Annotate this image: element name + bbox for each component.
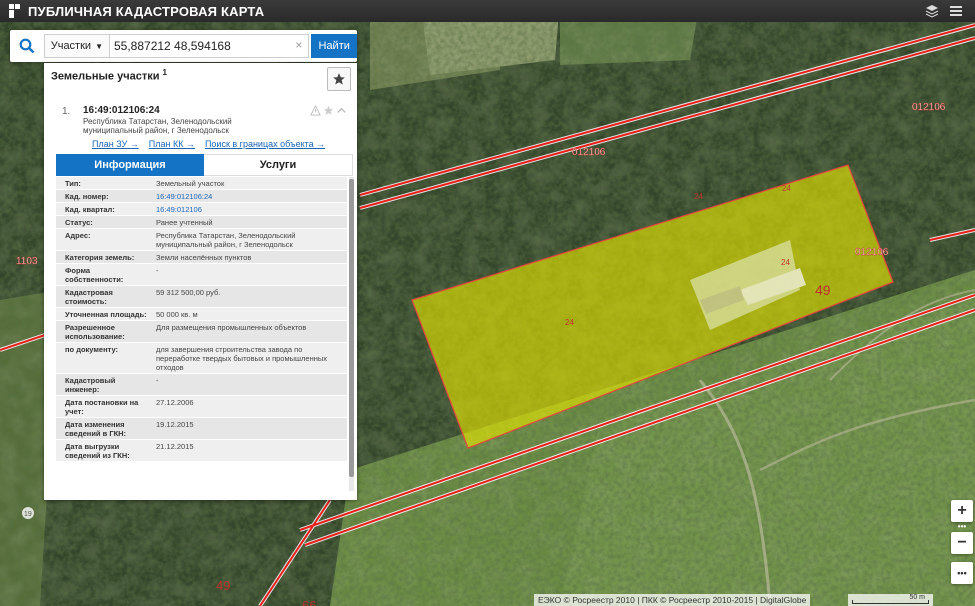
- collapse-icon[interactable]: [336, 105, 347, 116]
- attribute-row: Категория земель: Земли населённых пункто…: [56, 251, 347, 264]
- map-attribution: ЕЭКО © Росреестр 2010 | ПКК © Росреестр …: [534, 594, 811, 606]
- attribute-value: Земли населённых пунктов: [156, 253, 252, 262]
- search-button[interactable]: Найти: [311, 34, 357, 58]
- app-header: ПУБЛИЧНАЯ КАДАСТРОВАЯ КАРТА: [0, 0, 975, 22]
- attribute-label: Дата выгрузки сведений из ГКН:: [65, 442, 130, 460]
- result-tabs: Информация Услуги: [56, 154, 353, 176]
- attribute-label: Категория земель:: [65, 253, 135, 262]
- search-panel: Участки ▼ 55,887212 48,594168 × Найти: [10, 30, 357, 62]
- result-index: 1.: [62, 106, 71, 117]
- attribute-row: Тип: Земельный участок: [56, 177, 347, 190]
- link-plan-kk[interactable]: План КК →: [149, 139, 195, 149]
- attribute-label: Форма собственности:: [65, 266, 124, 284]
- attribute-row: Адрес: Республика Татарстан, Зеленодольск…: [56, 229, 347, 251]
- parcel-number-label: 24: [694, 192, 703, 201]
- clear-icon[interactable]: ×: [295, 38, 302, 52]
- attribute-value: Республика Татарстан, Зеленодольский мун…: [156, 231, 296, 249]
- attribute-value: 59 312 500,00 руб.: [156, 288, 221, 297]
- attributes-table: Тип: Земельный участок Кад. номер: 16:49:01…: [56, 177, 347, 491]
- quarter-label: 012106: [572, 147, 606, 158]
- app-title: ПУБЛИЧНАЯ КАДАСТРОВАЯ КАРТА: [28, 3, 265, 19]
- attribute-value: 50 000 кв. м: [156, 310, 198, 319]
- results-count: 1: [162, 68, 167, 77]
- logo-icon: [8, 4, 22, 18]
- tab-information[interactable]: Информация: [56, 154, 204, 176]
- attribute-value: для завершения строительства завода по п…: [156, 345, 328, 372]
- attribute-label: по документу:: [65, 345, 119, 354]
- attribute-value: 27.12.2006: [156, 398, 194, 407]
- attribute-label: Уточненная площадь:: [65, 310, 147, 319]
- attribute-row: Уточненная площадь: 50 000 кв. м: [56, 308, 347, 321]
- attribute-value: -: [156, 266, 159, 275]
- attribute-label: Статус:: [65, 218, 93, 227]
- attribute-row: Дата постановки на учет: 27.12.2006: [56, 396, 347, 418]
- parcel-number-label: 24: [781, 258, 790, 267]
- zoom-out-button[interactable]: −: [951, 532, 973, 554]
- parcel-number-label: 24: [782, 184, 791, 193]
- search-input[interactable]: 55,887212 48,594168 ×: [109, 34, 310, 58]
- attribute-label: Тип:: [65, 179, 81, 188]
- search-query: 55,887212 48,594168: [113, 39, 231, 53]
- attribute-value: 19.12.2015: [156, 420, 194, 429]
- attribute-row: Кад. номер: 16:49:012106:24: [56, 190, 347, 203]
- warning-icon[interactable]: [310, 105, 321, 116]
- attribute-value[interactable]: 16:49:012106:24: [152, 190, 347, 202]
- search-icon[interactable]: [10, 38, 44, 54]
- scale-bar: 50 m: [848, 594, 933, 606]
- attribute-label: Дата изменения сведений в ГКН:: [65, 420, 127, 438]
- attribute-label: Кад. номер:: [65, 192, 109, 201]
- parcel-number-label: 24: [565, 318, 574, 327]
- zoom-in-button[interactable]: +: [951, 500, 973, 522]
- attribute-value: 21.12.2015: [156, 442, 194, 451]
- attribute-row: по документу: для завершения строительств…: [56, 343, 347, 374]
- quarter-label: 012106: [855, 247, 889, 258]
- attribute-row: Дата выгрузки сведений из ГКН: 21.12.2015: [56, 440, 347, 462]
- attribute-value: Для размещения промышленных объектов: [156, 323, 307, 332]
- attributes-scrollbar[interactable]: [349, 177, 354, 491]
- zoom-more-icon[interactable]: •••: [951, 520, 973, 532]
- search-type-label: Участки: [50, 40, 92, 52]
- attribute-value: Ранее учтенный: [156, 218, 213, 227]
- chevron-down-icon: ▼: [95, 41, 103, 51]
- attribute-value[interactable]: 16:49:012106: [152, 203, 347, 215]
- quarter-label: 012106: [912, 102, 946, 113]
- attribute-label: Кад. квартал:: [65, 205, 115, 214]
- attribute-row: Разрешенное использование: Для размещения…: [56, 321, 347, 343]
- tab-services[interactable]: Услуги: [204, 154, 353, 176]
- attribute-label: Адрес:: [65, 231, 91, 240]
- layers-icon[interactable]: [925, 4, 939, 18]
- block-label: 49: [216, 578, 230, 593]
- result-cad-number: 16:49:012106:24: [83, 105, 160, 116]
- search-type-select[interactable]: Участки ▼: [43, 34, 110, 58]
- attribute-row: Кад. квартал: 16:49:012106: [56, 203, 347, 216]
- attribute-value: -: [156, 376, 159, 385]
- attribute-row: Кадастровый инженер: -: [56, 374, 347, 396]
- menu-icon[interactable]: [949, 4, 963, 18]
- link-search-in-bounds[interactable]: Поиск в границах объекта →: [205, 139, 325, 149]
- attribute-row: Статус: Ранее учтенный: [56, 216, 347, 229]
- attribute-row: Кадастровая стоимость: 59 312 500,00 руб.: [56, 286, 347, 308]
- attribute-row: Дата изменения сведений в ГКН: 19.12.2015: [56, 418, 347, 440]
- attribute-label: Кадастровая стоимость:: [65, 288, 113, 306]
- attribute-label: Разрешенное использование:: [65, 323, 125, 341]
- favorite-button[interactable]: [327, 67, 351, 91]
- more-tools-button[interactable]: •••: [951, 562, 973, 584]
- map-marker-label: 19: [24, 511, 32, 518]
- quarter-label: 1103: [16, 256, 38, 267]
- attribute-label: Кадастровый инженер:: [65, 376, 116, 394]
- star-icon: [333, 73, 345, 85]
- block-label: 49: [815, 282, 831, 298]
- attribute-label: Дата постановки на учет:: [65, 398, 139, 416]
- result-address: Республика Татарстан, Зеленодольский мун…: [83, 117, 232, 135]
- results-title-text: Земельные участки: [51, 70, 160, 83]
- block-label: 66: [302, 598, 316, 606]
- attribute-row: Форма собственности: -: [56, 264, 347, 286]
- results-panel: Земельные участки 1 1. 16:49:012106:24 Р…: [44, 63, 357, 500]
- link-plan-zu[interactable]: План ЗУ →: [92, 139, 139, 149]
- results-title: Земельные участки 1: [51, 68, 167, 83]
- attribute-value: Земельный участок: [156, 179, 225, 188]
- star-icon[interactable]: [323, 105, 334, 116]
